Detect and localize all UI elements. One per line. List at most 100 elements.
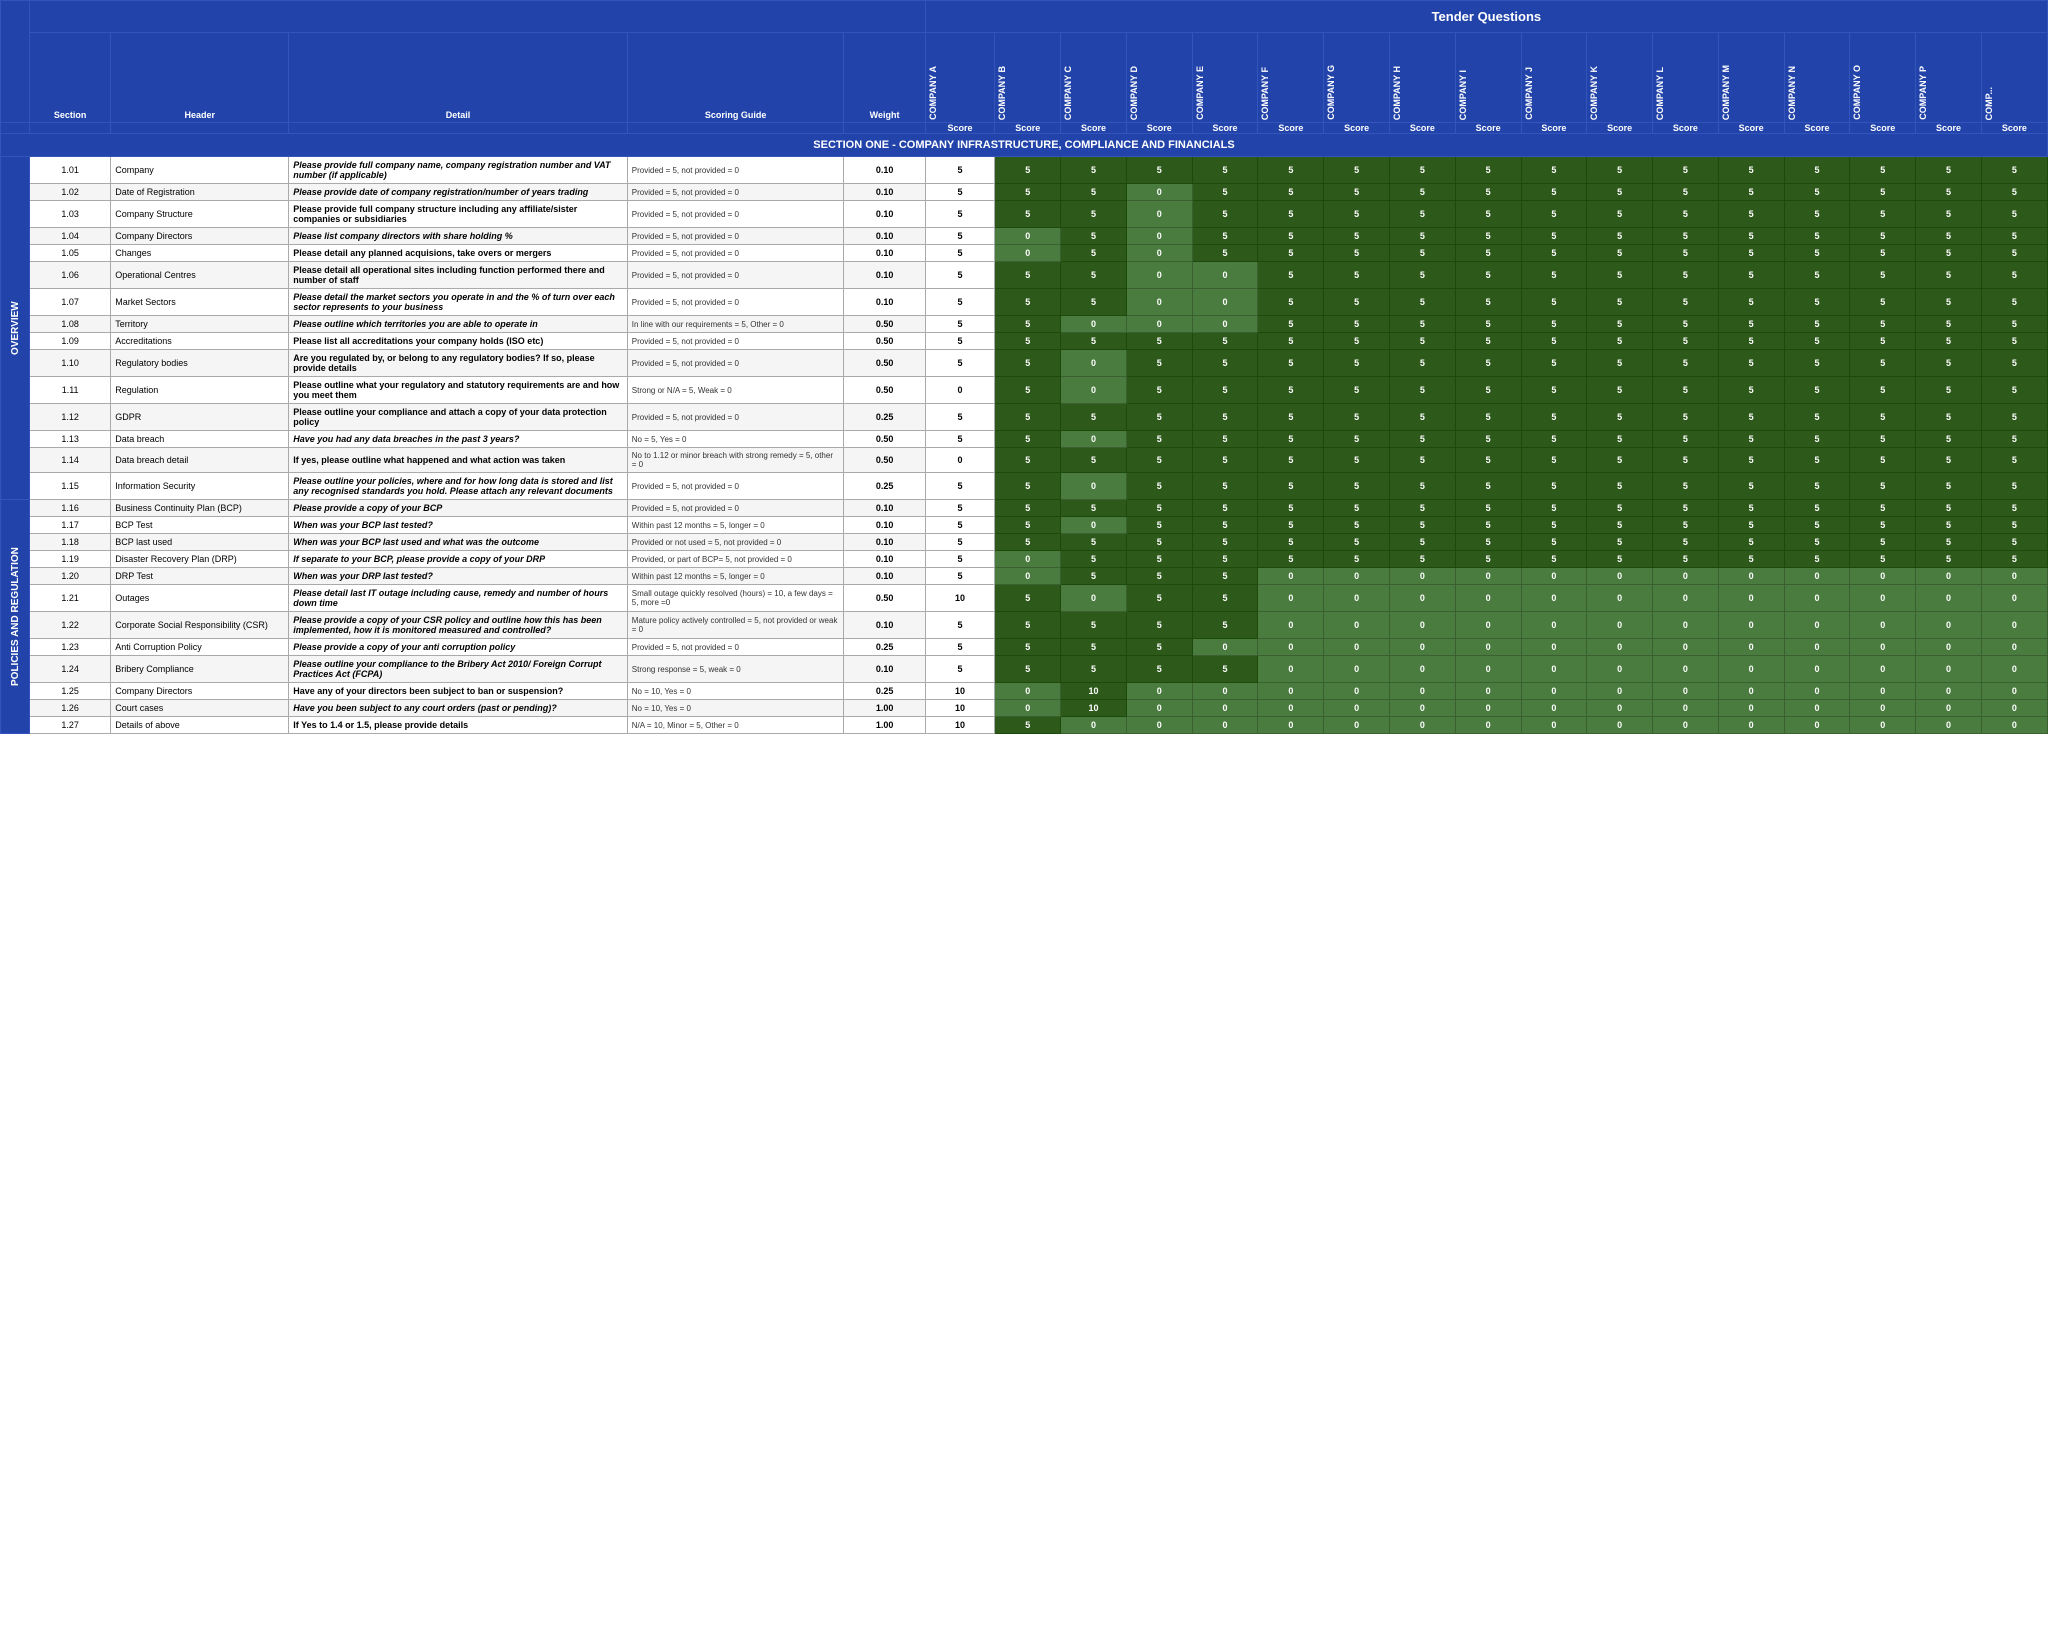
row-detail: When was your BCP last tested? <box>289 517 628 534</box>
table-row: 1.22Corporate Social Responsibility (CSR… <box>1 612 2048 639</box>
row-scoring: In line with our requirements = 5, Other… <box>627 316 844 333</box>
side-label-cell: OVERVIEW <box>1 157 30 500</box>
score-cell: 0 <box>1784 639 1850 656</box>
score-cell: 5 <box>1587 245 1653 262</box>
score-cell: 0 <box>1521 717 1587 734</box>
row-detail: If Yes to 1.4 or 1.5, please provide det… <box>289 717 628 734</box>
company-d-header: COMPANY D <box>1126 33 1192 123</box>
score-cell: 5 <box>1455 500 1521 517</box>
score-cell: 5 <box>1916 184 1982 201</box>
score-cell: 5 <box>1324 377 1390 404</box>
score-cell: 5 <box>1916 431 1982 448</box>
score-cell: 5 <box>925 551 995 568</box>
score-cell: 5 <box>1653 431 1719 448</box>
table-row: 1.25Company DirectorsHave any of your di… <box>1 683 2048 700</box>
score-cell: 0 <box>1126 228 1192 245</box>
score-cell: 0 <box>1324 656 1390 683</box>
score-cell: 5 <box>1192 473 1258 500</box>
page-container: Tender Questions Section Header Detail S… <box>0 0 2048 734</box>
company-a-header: COMPANY A <box>925 33 995 123</box>
score-cell: 5 <box>1258 551 1324 568</box>
score-cell: 5 <box>1718 157 1784 184</box>
row-number: 1.02 <box>30 184 111 201</box>
score-cell: 0 <box>1455 612 1521 639</box>
score-cell: 0 <box>1521 683 1587 700</box>
score-cell: 5 <box>1061 639 1127 656</box>
score-cell: 0 <box>1126 262 1192 289</box>
score-cell: 5 <box>1455 157 1521 184</box>
score-cell: 5 <box>1324 184 1390 201</box>
score-cell: 5 <box>1718 517 1784 534</box>
row-weight: 0.10 <box>844 568 925 585</box>
score-cell: 5 <box>925 333 995 350</box>
score-cell: 0 <box>1126 700 1192 717</box>
score-cell: 0 <box>1916 700 1982 717</box>
score-cell: 0 <box>1061 585 1127 612</box>
score-cell: 5 <box>1258 534 1324 551</box>
table-row: 1.06Operational CentresPlease detail all… <box>1 262 2048 289</box>
side-label-cell: POLICIES AND REGULATION <box>1 500 30 734</box>
score-cell: 5 <box>1981 377 2047 404</box>
score-cell: 5 <box>1981 184 2047 201</box>
row-scoring: Provided, or part of BCP= 5, not provide… <box>627 551 844 568</box>
row-header: Company <box>111 157 289 184</box>
score-cell: 5 <box>925 404 995 431</box>
company-o-header: COMPANY O <box>1850 33 1916 123</box>
score-cell: 0 <box>1258 683 1324 700</box>
score-cell: 5 <box>1192 184 1258 201</box>
row-weight: 0.25 <box>844 639 925 656</box>
row-detail: When was your DRP last tested? <box>289 568 628 585</box>
score-cell: 0 <box>1324 700 1390 717</box>
score-cell: 5 <box>995 534 1061 551</box>
row-scoring: N/A = 10, Minor = 5, Other = 0 <box>627 717 844 734</box>
table-row: 1.03Company StructurePlease provide full… <box>1 201 2048 228</box>
score-cell: 5 <box>1916 350 1982 377</box>
score-cell: 5 <box>1718 245 1784 262</box>
score-cell: 5 <box>1981 316 2047 333</box>
score-cell: 5 <box>1389 534 1455 551</box>
score-cell: 0 <box>1389 717 1455 734</box>
score-cell: 0 <box>1916 568 1982 585</box>
score-cell: 5 <box>1916 201 1982 228</box>
score-cell: 5 <box>1192 656 1258 683</box>
score-cell: 5 <box>1653 201 1719 228</box>
table-row: POLICIES AND REGULATION1.16Business Cont… <box>1 500 2048 517</box>
score-cell: 0 <box>995 683 1061 700</box>
score-cell: 0 <box>1389 568 1455 585</box>
score-cell: 5 <box>1784 228 1850 245</box>
score-cell: 5 <box>1061 404 1127 431</box>
score-cell: 5 <box>1587 551 1653 568</box>
row-detail: Have any of your directors been subject … <box>289 683 628 700</box>
score-cell: 5 <box>1784 517 1850 534</box>
row-header: DRP Test <box>111 568 289 585</box>
score-cell: 5 <box>1916 289 1982 316</box>
score-cell: 0 <box>1192 289 1258 316</box>
row-number: 1.07 <box>30 289 111 316</box>
row-header: Operational Centres <box>111 262 289 289</box>
table-row: 1.13Data breachHave you had any data bre… <box>1 431 2048 448</box>
score-cell: 5 <box>1784 377 1850 404</box>
score-cell: 5 <box>1324 262 1390 289</box>
row-detail: Please provide a copy of your anti corru… <box>289 639 628 656</box>
score-cell: 5 <box>1389 184 1455 201</box>
score-cell: 5 <box>1521 431 1587 448</box>
score-cell: 0 <box>1258 656 1324 683</box>
score-cell: 0 <box>1324 568 1390 585</box>
score-cell: 5 <box>1850 404 1916 431</box>
score-cell: 5 <box>1784 473 1850 500</box>
score-cell: 0 <box>1126 717 1192 734</box>
score-cell: 0 <box>1850 683 1916 700</box>
score-cell: 5 <box>1916 551 1982 568</box>
score-cell: 5 <box>1126 534 1192 551</box>
score-cell: 5 <box>925 289 995 316</box>
table-row: 1.23Anti Corruption PolicyPlease provide… <box>1 639 2048 656</box>
row-header: Company Structure <box>111 201 289 228</box>
score-cell: 5 <box>1455 431 1521 448</box>
score-cell: 5 <box>995 500 1061 517</box>
score-cell: 0 <box>1324 585 1390 612</box>
score-cell: 5 <box>1587 289 1653 316</box>
row-scoring: Mature policy actively controlled = 5, n… <box>627 612 844 639</box>
score-cell: 0 <box>1784 568 1850 585</box>
score-cell: 5 <box>1126 568 1192 585</box>
score-cell: 0 <box>1389 639 1455 656</box>
